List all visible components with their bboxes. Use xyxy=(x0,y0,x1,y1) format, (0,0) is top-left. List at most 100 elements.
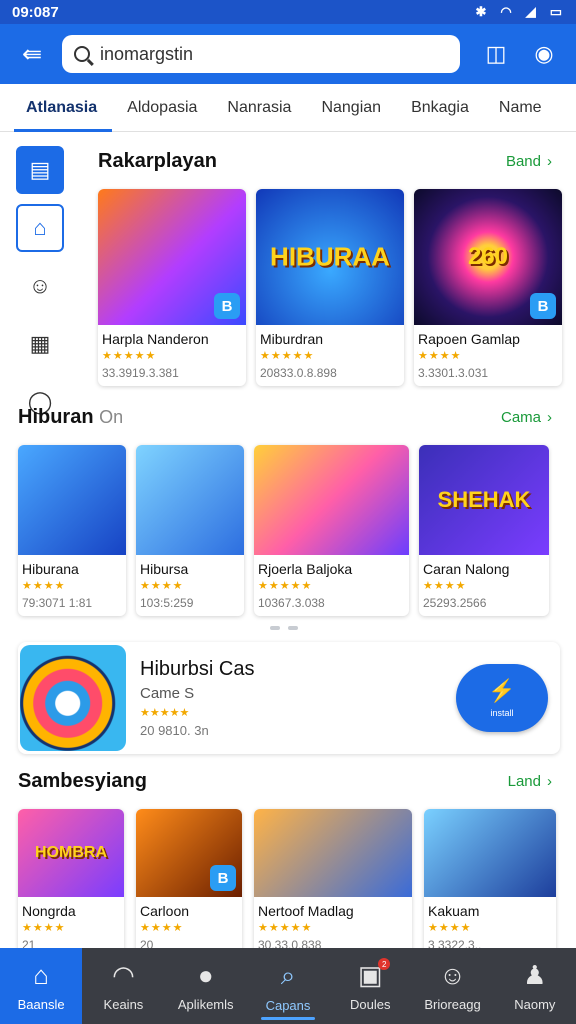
app-rating: ★★★★ xyxy=(423,580,467,592)
nav-home[interactable]: ⌂ Baansle xyxy=(0,948,83,1024)
app-card[interactable]: Hibursa ★★★★ 103:5:259 xyxy=(136,445,244,616)
side-face-icon[interactable]: ☺ xyxy=(16,262,64,310)
section-title: Rakarplayan xyxy=(98,150,217,172)
nav-games[interactable]: ▣ 2 Doules xyxy=(329,948,411,1024)
app-name: Nertoof Madlag xyxy=(258,903,354,919)
app-card[interactable]: Kakuam ★★★★ 3 3322.3.. xyxy=(424,809,556,958)
home-icon: ⌂ xyxy=(33,960,49,990)
app-rating: ★★★★★ xyxy=(258,580,313,592)
app-badge: B xyxy=(210,865,236,891)
app-card[interactable]: SHEHAK Caran Nalong ★★★★ 25293.2566 xyxy=(419,445,549,616)
app-card[interactable]: Hiburana ★★★★ 79:3071 1:81 xyxy=(18,445,126,616)
app-downloads: 20833.0.8.898 xyxy=(260,366,337,380)
tab-bnkagia[interactable]: Bnkagia xyxy=(396,84,484,132)
app-thumbnail: B xyxy=(136,809,242,897)
app-rating: ★★★★★ xyxy=(102,350,157,362)
bookmark-icon[interactable]: ◫ xyxy=(478,36,514,72)
nav-apps[interactable]: ● Aplikemls xyxy=(165,948,247,1024)
nav-profile[interactable]: ♟ Naomy xyxy=(494,948,576,1024)
side-rail: ▤ ⌂ ☺ ▦ ◯ xyxy=(16,146,66,426)
app-thumbnail: HOMBRA xyxy=(18,809,124,897)
app-rating: ★★★★ xyxy=(140,922,184,934)
app-rating: ★★★★ xyxy=(428,922,472,934)
nav-search[interactable]: ⌕ Capans xyxy=(247,948,329,1024)
app-name: Kakuam xyxy=(428,903,480,919)
featured-app-rating: ★★★★★ xyxy=(140,707,190,719)
app-card[interactable]: HOMBRA Nongrda ★★★★ 21 xyxy=(18,809,124,958)
app-bar: ⇚ inomargstin ◫ ◉ xyxy=(0,24,576,84)
side-home-icon[interactable]: ⌂ xyxy=(16,204,64,252)
app-name: Hibursa xyxy=(140,561,189,577)
app-name: Nongrda xyxy=(22,903,76,919)
battery-icon: ▭ xyxy=(549,4,562,19)
app-thumbnail xyxy=(254,809,412,897)
chevron-right-icon: › xyxy=(547,153,552,170)
chat-icon: ☺ xyxy=(439,960,466,990)
gift-icon[interactable]: ◉ xyxy=(526,36,562,72)
section-rakarplayan: Rakarplayan Band › B Harpla Nanderon ★★★★… xyxy=(98,150,576,386)
app-badge: B xyxy=(530,293,556,319)
app-card[interactable]: Rjoerla Baljoka ★★★★★ 10367.3.038 xyxy=(254,445,409,616)
nav-keains[interactable]: ◠ Keains xyxy=(82,948,164,1024)
app-art-text: HOMBRA xyxy=(35,844,107,861)
app-card[interactable]: B Harpla Nanderon ★★★★★ 33.3919.3.381 xyxy=(98,189,246,386)
side-grid-icon[interactable]: ▦ xyxy=(16,320,64,368)
app-rating: ★★★★★ xyxy=(260,350,315,362)
app-downloads: 79:3071 1:81 xyxy=(22,596,93,610)
chevron-right-icon: › xyxy=(547,409,552,426)
search-bar[interactable]: inomargstin xyxy=(62,35,460,73)
app-art-text: HIBURAA xyxy=(270,241,390,272)
featured-app-subtitle: Came S xyxy=(140,685,195,702)
app-card[interactable]: HIBURAA Miburdran ★★★★★ 20833.0.8.898 xyxy=(256,189,404,386)
chevron-right-icon: › xyxy=(547,773,552,790)
tab-nangian[interactable]: Nangian xyxy=(306,84,396,132)
app-rating: ★★★★ xyxy=(22,922,66,934)
see-more-link[interactable]: Band › xyxy=(506,153,552,170)
search-input[interactable]: inomargstin xyxy=(100,44,193,65)
app-rating: ★★★★ xyxy=(22,580,66,592)
tab-atlanasia[interactable]: Atlanasia xyxy=(14,84,113,132)
app-card[interactable]: Nertoof Madlag ★★★★★ 30.33.0.838 xyxy=(254,809,412,958)
app-rating: ★★★★ xyxy=(140,580,184,592)
app-name: Miburdran xyxy=(260,331,324,347)
signal-icon: ◢ xyxy=(525,4,536,19)
app-name: Rjoerla Baljoka xyxy=(258,561,353,577)
search-icon: ⌕ xyxy=(280,959,296,990)
app-card[interactable]: 260 B Rapoen Gamlap ★★★★ 3.3301.3.031 xyxy=(414,189,562,386)
featured-app-title: Hiburbsi Cas xyxy=(140,658,255,680)
app-downloads: 10367.3.038 xyxy=(258,596,325,610)
app-thumbnail: 260 B xyxy=(414,189,562,325)
search-icon xyxy=(74,46,90,62)
bluetooth-icon: ✱ xyxy=(475,4,487,19)
see-more-link[interactable]: Land › xyxy=(508,773,552,790)
nav-chat[interactable]: ☺ Brioreagg xyxy=(411,948,493,1024)
status-bar: 09:087 ✱ ◠ ◢ ▭ xyxy=(0,0,576,24)
app-name: Caran Nalong xyxy=(423,561,510,577)
app-thumbnail: SHEHAK xyxy=(419,445,549,555)
app-rating: ★★★★★ xyxy=(258,922,313,934)
app-thumbnail: B xyxy=(98,189,246,325)
tab-name[interactable]: Name xyxy=(484,84,557,132)
featured-app-icon xyxy=(20,645,126,751)
section-title: Hiburan On xyxy=(18,406,124,428)
menu-icon[interactable]: ⇚ xyxy=(14,36,50,72)
app-card[interactable]: B Carloon ★★★★ 20 xyxy=(136,809,242,958)
wifi-icon: ◠ xyxy=(112,960,135,990)
app-thumbnail xyxy=(254,445,409,555)
app-downloads: 25293.2566 xyxy=(423,596,487,610)
app-thumbnail xyxy=(424,809,556,897)
tab-nanrasia[interactable]: Nanrasia xyxy=(212,84,306,132)
app-badge: B xyxy=(214,293,240,319)
app-art-text: 260 xyxy=(467,243,509,270)
install-button[interactable]: ⚡ install xyxy=(456,664,548,732)
wifi-icon: ◠ xyxy=(500,4,512,19)
app-thumbnail: HIBURAA xyxy=(256,189,404,325)
section-title: Sambesyiang xyxy=(18,770,147,792)
apps-icon: ● xyxy=(197,960,214,990)
app-rating: ★★★★ xyxy=(418,350,462,362)
tab-aldopasia[interactable]: Aldopasia xyxy=(112,84,212,132)
see-more-link[interactable]: Cama › xyxy=(501,409,552,426)
featured-app-downloads: 20 9810. 3n xyxy=(140,723,209,738)
featured-app-card[interactable]: Hiburbsi Cas Came S ★★★★★ 20 9810. 3n ⚡ … xyxy=(18,642,560,754)
side-wallet-icon[interactable]: ▤ xyxy=(16,146,64,194)
